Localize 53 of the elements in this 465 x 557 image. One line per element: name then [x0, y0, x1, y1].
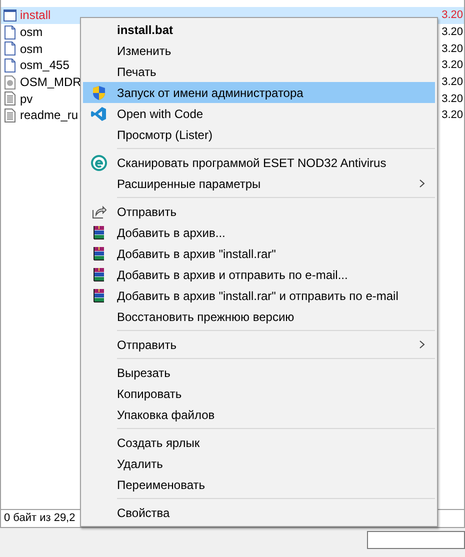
command-input[interactable]: [367, 531, 465, 549]
menu-item[interactable]: Добавить в архив "install.rar": [83, 243, 435, 264]
text-file-icon: [3, 91, 17, 106]
file-date: 3.20: [442, 26, 464, 38]
menu-item[interactable]: Удалить: [83, 453, 435, 474]
window-file-icon: [3, 8, 17, 23]
books-icon: [91, 246, 107, 262]
menu-item[interactable]: Копировать: [83, 383, 435, 404]
file-name[interactable]: OSM_MDR: [20, 75, 82, 90]
file-date: 3.20: [442, 109, 464, 122]
books-icon: [91, 288, 107, 304]
share-icon: [91, 204, 107, 220]
chevron-right-icon: [419, 179, 425, 188]
e-letter-icon: [91, 154, 107, 170]
file-date: 3.20: [442, 9, 464, 22]
menu-item[interactable]: Отправить: [83, 201, 435, 222]
menu-item[interactable]: Изменить: [83, 40, 435, 61]
menu-item[interactable]: Восстановить прежнюю версию: [83, 306, 435, 327]
document-icon: [3, 58, 17, 73]
books-icon: [91, 224, 107, 240]
file-name[interactable]: install: [20, 8, 51, 22]
file-name[interactable]: readme_ru: [20, 108, 78, 122]
file-name[interactable]: osm: [20, 42, 43, 56]
file-name[interactable]: pv: [20, 92, 33, 106]
document-icon: [3, 24, 17, 40]
menu-item[interactable]: Отправить: [83, 334, 435, 355]
chevron-right-icon: [419, 340, 425, 349]
menu-item[interactable]: Open with Code: [83, 103, 435, 124]
menu-item[interactable]: Расширенные параметры: [83, 173, 435, 194]
file-date: 3.20: [442, 42, 464, 55]
file-date: 3.20: [442, 76, 464, 88]
menu-item[interactable]: Печать: [83, 61, 435, 82]
document-icon: [3, 41, 17, 56]
menu-item[interactable]: Сканировать программой ESET NOD32 Antivirus: [83, 152, 435, 173]
text-file-icon: [3, 108, 17, 123]
menu-item[interactable]: Добавить в архив...: [83, 222, 435, 243]
menu-item[interactable]: Добавить в архив "install.rar" и отправить по e-mail: [83, 285, 435, 306]
shield-icon: [91, 84, 107, 100]
menu-item[interactable]: Просмотр (Lister): [83, 124, 435, 145]
menu-item[interactable]: Переименовать: [83, 474, 435, 495]
menu-item[interactable]: Упаковка файлов: [83, 404, 435, 425]
menu-item[interactable]: Вырезать: [83, 362, 435, 383]
books-icon: [91, 266, 107, 282]
menu-item[interactable]: Запуск от имени администратора: [83, 82, 435, 103]
menu-item[interactable]: Добавить в архив и отправить по e-mail...: [83, 264, 435, 285]
file-date: 3.20: [442, 59, 464, 72]
file-date: 3.20: [442, 92, 464, 105]
file-name[interactable]: osm_455: [20, 58, 70, 72]
menu-item[interactable]: Создать ярлык: [83, 432, 435, 453]
code-editor-icon: [91, 106, 107, 122]
file-name[interactable]: osm: [20, 25, 43, 40]
disc-file-icon: [3, 74, 17, 90]
menu-title: install.bat: [117, 22, 174, 36]
